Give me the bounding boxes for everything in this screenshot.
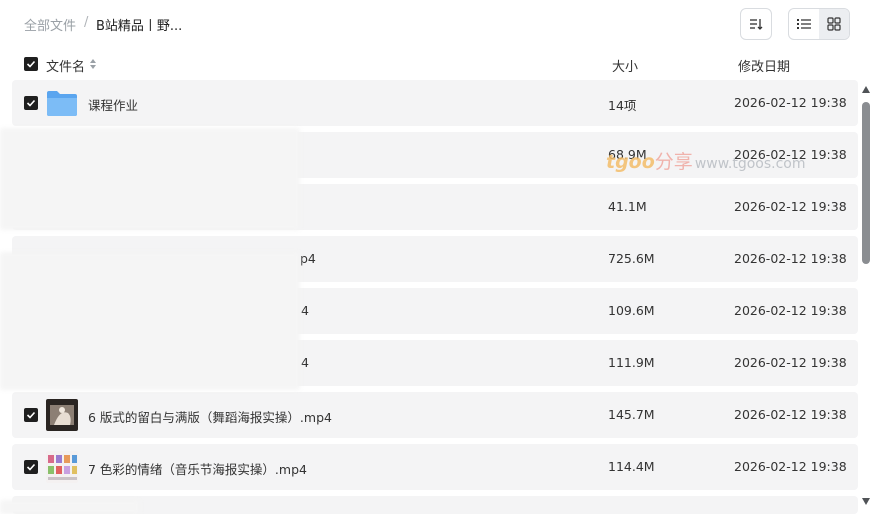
scrollbar-thumb[interactable] <box>862 102 870 264</box>
file-size: 109.6M <box>608 303 655 318</box>
file-row[interactable]: 6 版式的留白与满版（舞蹈海报实操）.mp4 145.7M 2026-02-12… <box>12 392 858 438</box>
checkmark-icon <box>26 463 36 471</box>
file-row[interactable]: 7 色彩的情绪（音乐节海报实操）.mp4 114.4M 2026-02-12 1… <box>12 444 858 490</box>
watermark-url: www.tgoos.com <box>694 156 806 172</box>
file-date: 2026-02-12 19:38 <box>734 459 847 474</box>
select-all-checkbox[interactable] <box>24 57 38 71</box>
top-bar: 全部文件 / B站精品丨野... <box>0 0 874 48</box>
checkmark-icon <box>26 99 36 107</box>
grid-view-icon <box>827 17 841 31</box>
file-name[interactable]: 4 <box>301 303 309 318</box>
file-date: 2026-02-12 19:38 <box>734 199 847 214</box>
redaction-overlay <box>0 252 300 390</box>
breadcrumb-current: B站精品丨野... <box>96 19 183 34</box>
video-thumbnail-icon <box>46 399 78 431</box>
column-size[interactable]: 大小 <box>612 56 638 75</box>
list-view-icon <box>797 19 811 29</box>
file-size: 41.1M <box>608 199 647 214</box>
checkmark-icon <box>26 411 36 419</box>
list-view-button[interactable] <box>789 9 819 39</box>
file-date: 2026-02-12 19:38 <box>734 407 847 422</box>
row-checkbox[interactable] <box>24 460 38 474</box>
file-date: 2026-02-12 19:38 <box>734 303 847 318</box>
sort-arrows-icon[interactable] <box>89 58 97 70</box>
scroll-up-arrow-icon[interactable] <box>862 86 870 93</box>
grid-view-button[interactable] <box>819 9 849 39</box>
breadcrumb-root[interactable]: 全部文件 <box>24 15 76 34</box>
watermark-brand: 分享 <box>654 151 693 173</box>
view-toggle <box>788 8 850 40</box>
checkmark-icon <box>26 60 36 68</box>
sort-icon <box>750 19 763 30</box>
video-thumbnail-icon <box>46 451 78 483</box>
watermark-logo: tgoo <box>606 151 655 173</box>
file-size: 111.9M <box>608 355 655 370</box>
vertical-scrollbar[interactable] <box>860 86 872 510</box>
file-date: 2026-02-12 19:38 <box>734 355 847 370</box>
column-header: 文件名 大小 修改日期 <box>0 52 874 78</box>
file-name[interactable]: p4 <box>300 251 316 266</box>
folder-icon <box>47 91 77 116</box>
file-row[interactable]: 课程作业 14项 2026-02-12 19:38 <box>12 80 858 126</box>
redaction-overlay <box>0 500 140 514</box>
column-name[interactable]: 文件名 <box>46 56 85 75</box>
file-date: 2026-02-12 19:38 <box>734 251 847 266</box>
file-name[interactable]: 6 版式的留白与满版（舞蹈海报实操）.mp4 <box>88 407 332 426</box>
redaction-overlay <box>0 128 300 230</box>
file-size: 14项 <box>608 98 637 113</box>
breadcrumb-separator: / <box>84 15 89 30</box>
file-size: 114.4M <box>608 459 655 474</box>
row-checkbox[interactable] <box>24 96 38 110</box>
row-checkbox[interactable] <box>24 408 38 422</box>
file-name[interactable]: 4 <box>301 355 309 370</box>
sort-button[interactable] <box>740 8 772 40</box>
file-size: 145.7M <box>608 407 655 422</box>
scroll-down-arrow-icon[interactable] <box>862 498 870 505</box>
file-name[interactable]: 课程作业 <box>88 95 138 114</box>
file-date: 2026-02-12 19:38 <box>734 95 847 110</box>
watermark: tgoo分享 www.tgoos.com <box>606 147 805 174</box>
file-name[interactable]: 7 色彩的情绪（音乐节海报实操）.mp4 <box>88 459 307 478</box>
file-size: 725.6M <box>608 251 655 266</box>
column-date[interactable]: 修改日期 <box>738 56 790 75</box>
